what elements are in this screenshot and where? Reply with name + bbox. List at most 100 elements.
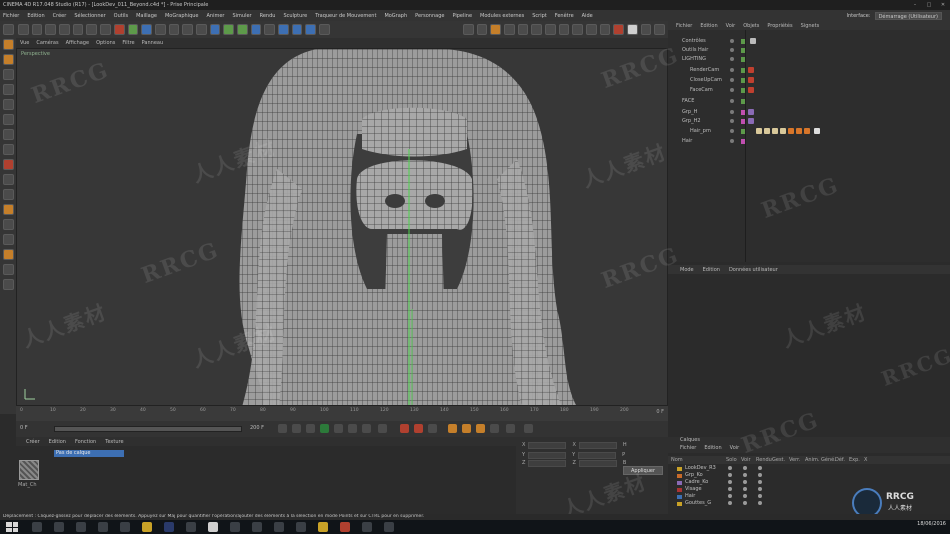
view-toggle-icon[interactable]	[743, 466, 747, 470]
sculpt-side-icon[interactable]	[2, 189, 14, 200]
app-icon-6[interactable]	[318, 522, 328, 532]
layer-row[interactable]: Cadre_Ko	[668, 479, 950, 486]
app-icon-9[interactable]	[384, 522, 394, 532]
hair-side-icon[interactable]	[2, 204, 14, 215]
folder-icon[interactable]	[142, 522, 152, 532]
object-row[interactable]: FACE	[668, 97, 950, 105]
hair-mesh-model[interactable]	[17, 49, 668, 406]
solo-toggle-icon[interactable]	[728, 487, 732, 491]
layer-color-swatch[interactable]	[677, 473, 682, 478]
end-frame-field[interactable]: 200 F	[250, 425, 264, 431]
obj-menu-bookmarks[interactable]: Signets	[801, 23, 820, 29]
render-picture-viewer-icon[interactable]	[182, 24, 193, 35]
obj-menu-file[interactable]: Fichier	[676, 23, 692, 29]
material-swatch[interactable]	[19, 460, 39, 480]
render-toggle-icon[interactable]	[758, 480, 762, 484]
x-axis-icon[interactable]	[113, 24, 125, 35]
menu-mograph-tools[interactable]: MoGraphique	[165, 13, 199, 19]
render-view-icon[interactable]	[168, 24, 180, 35]
hair-tag-icon[interactable]	[804, 128, 810, 134]
attr-menu-user-data[interactable]: Données utilisateur	[729, 267, 778, 273]
pos-x-field[interactable]	[528, 441, 567, 449]
object-row[interactable]: RenderCam	[668, 66, 950, 74]
undo-icon[interactable]	[18, 24, 29, 35]
obj-menu-edit[interactable]: Edition	[700, 23, 717, 29]
live-selection-icon[interactable]	[45, 24, 57, 35]
go-to-start-icon[interactable]	[278, 424, 287, 433]
search-icon[interactable]	[32, 522, 42, 532]
minimize-button[interactable]: –	[908, 0, 922, 10]
visibility-dot-icon[interactable]	[730, 68, 734, 72]
points-side-icon[interactable]	[2, 99, 14, 110]
size-z-field[interactable]	[578, 459, 617, 467]
timeline[interactable]: 0 10 20 30 40 50 60 70 80 90 100 110 120 130 140 150 160…	[16, 406, 668, 421]
planar-workplane-icon[interactable]	[627, 24, 638, 35]
app-icon-2[interactable]	[230, 522, 240, 532]
menu-create[interactable]: Créer	[53, 13, 67, 19]
layer-row[interactable]: Grp_Ko	[668, 472, 950, 479]
play-icon[interactable]	[320, 424, 329, 433]
cinema4d-icon[interactable]	[208, 522, 218, 532]
spline-pen-icon[interactable]	[223, 24, 234, 35]
uv-side-icon[interactable]	[2, 144, 14, 155]
object-row[interactable]: Hair	[668, 137, 950, 145]
coordinate-system-icon[interactable]	[154, 24, 166, 35]
menu-pipeline[interactable]: Pipeline	[452, 13, 472, 19]
points-mode-icon[interactable]	[531, 24, 542, 35]
subdivision-surface-icon[interactable]	[237, 24, 248, 35]
recent-tool-icon[interactable]	[100, 24, 111, 35]
prev-key-icon[interactable]	[292, 424, 301, 433]
edges-mode-icon[interactable]	[544, 24, 556, 35]
grid-side-icon[interactable]	[2, 219, 14, 230]
viewport-menu-options[interactable]: Options	[96, 40, 115, 46]
layer-color-swatch[interactable]	[677, 480, 682, 485]
timeline-ruler[interactable]: 0 10 20 30 40 50 60 70 80 90 100 110 120 130 140 150 160…	[20, 407, 634, 420]
view-toggle-icon[interactable]	[743, 494, 747, 498]
texture-mode-icon[interactable]	[503, 24, 515, 35]
array-icon[interactable]	[250, 24, 262, 35]
menu-help[interactable]: Aide	[582, 13, 593, 19]
menu-sculpt[interactable]: Sculpture	[283, 13, 307, 19]
model-mode-icon[interactable]	[476, 24, 488, 35]
viewport-menu-display[interactable]: Affichage	[66, 40, 90, 46]
hair-tag-icon[interactable]	[796, 128, 802, 134]
material-tag-icon[interactable]	[764, 128, 770, 134]
visibility-dot-icon[interactable]	[730, 119, 734, 123]
attr-menu-edit[interactable]: Edition	[703, 267, 720, 273]
view-toggle-icon[interactable]	[743, 487, 747, 491]
render-toggle-icon[interactable]	[758, 501, 762, 505]
mat-menu-create[interactable]: Créer	[26, 439, 40, 445]
visibility-dot-icon[interactable]	[730, 88, 734, 92]
tag-icon[interactable]	[748, 109, 754, 115]
mat-menu-function[interactable]: Fonction	[75, 439, 96, 445]
z-axis-icon[interactable]	[141, 24, 152, 35]
app-icon-4[interactable]	[274, 522, 284, 532]
move-icon[interactable]	[59, 24, 70, 35]
deformer-icon[interactable]	[264, 24, 276, 35]
viewport-menu-cameras[interactable]: Caméras	[36, 40, 58, 46]
solo-toggle-icon[interactable]	[728, 501, 732, 505]
menu-select[interactable]: Sélectionner	[74, 13, 105, 19]
visibility-dot-icon[interactable]	[730, 57, 734, 61]
close-button[interactable]: ✕	[936, 0, 950, 10]
size-x-field[interactable]	[578, 441, 617, 449]
snap-side-icon[interactable]	[2, 174, 14, 185]
view-toggle-icon[interactable]	[743, 480, 747, 484]
keyframe-selection-icon[interactable]	[428, 424, 437, 433]
render-toggle-icon[interactable]	[758, 494, 762, 498]
sky-icon[interactable]	[319, 24, 330, 35]
make-editable-side-icon[interactable]	[2, 24, 14, 35]
menu-plugins[interactable]: Modules externes	[480, 13, 524, 19]
render-toggle-icon[interactable]	[758, 466, 762, 470]
solo-toggle-icon[interactable]	[728, 473, 732, 477]
attr-menu-mode[interactable]: Mode	[680, 267, 694, 273]
object-row[interactable]: Contrôles	[668, 37, 950, 45]
solo-toggle-icon[interactable]	[728, 480, 732, 484]
record-pla-icon[interactable]	[506, 424, 515, 433]
material-tag-icon[interactable]	[756, 128, 762, 134]
record-scale-icon[interactable]	[462, 424, 471, 433]
mat-menu-edit[interactable]: Edition	[49, 439, 66, 445]
go-to-end-icon[interactable]	[362, 424, 371, 433]
app-icon-3[interactable]	[252, 522, 262, 532]
next-frame-icon[interactable]	[334, 424, 343, 433]
